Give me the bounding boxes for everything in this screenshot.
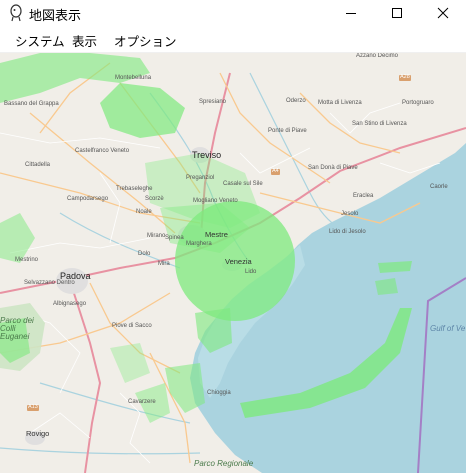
label-montebelluna: Montebelluna xyxy=(115,75,152,81)
window-title: 地図表示 xyxy=(29,9,82,24)
coverage-west xyxy=(0,213,35,263)
label-parco-regionale: Parco Regionale xyxy=(194,459,254,468)
label-cavarzere: Cavarzere xyxy=(128,399,156,405)
label-mestre: Mestre xyxy=(205,230,228,239)
coverage-chioggia xyxy=(165,363,205,413)
label-portogruaro: Portogruaro xyxy=(402,100,434,106)
map-view[interactable]: Bassano del Grappa Montebelluna Spresian… xyxy=(0,53,466,473)
label-caorle: Caorle xyxy=(430,184,448,190)
close-icon xyxy=(437,7,449,19)
label-piove: Piove di Sacco xyxy=(112,323,152,329)
label-lido: Lido xyxy=(245,269,257,275)
label-casale: Casale sul Sile xyxy=(223,181,263,187)
label-noale: Noale xyxy=(136,209,152,215)
label-a13: A13 xyxy=(27,404,39,411)
label-scorze: Scorzè xyxy=(145,196,164,202)
menu-view[interactable]: 表示 xyxy=(70,31,99,50)
label-motta: Motta di Livenza xyxy=(318,100,362,106)
label-castelfranco: Castelfranco Veneto xyxy=(75,148,130,154)
minimize-button[interactable] xyxy=(328,0,374,26)
label-selvazzano: Selvazzano Dentro xyxy=(24,280,75,286)
close-button[interactable] xyxy=(420,0,466,26)
label-azzano: Azzano Decimo xyxy=(356,53,399,59)
menu-bar: システム 表示 オプション xyxy=(0,26,466,53)
label-campodarsego: Campodarsego xyxy=(67,196,109,202)
label-sanstino: San Stino di Livenza xyxy=(352,121,407,127)
label-a28: A28 xyxy=(399,74,411,81)
label-mogliano: Mogliano Veneto xyxy=(193,198,238,204)
label-spresiano: Spresiano xyxy=(199,99,227,105)
minimize-icon xyxy=(346,13,356,14)
maximize-button[interactable] xyxy=(374,0,420,26)
label-spinea: Spinea xyxy=(165,235,184,241)
label-treviso: Treviso xyxy=(192,150,222,160)
label-dolo: Dolo xyxy=(138,251,151,257)
label-mirano: Mirano xyxy=(147,233,166,239)
label-jesolo: Jesolo xyxy=(341,211,359,217)
label-oderzo: Oderzo xyxy=(286,98,306,104)
label-lido-jesolo: Lido di Jesolo xyxy=(329,229,366,235)
label-albignasego: Albignasego xyxy=(53,301,87,307)
coverage-east xyxy=(378,261,412,273)
coverage-southmid xyxy=(110,343,150,383)
label-a4: A4 xyxy=(271,168,280,175)
app-logo-icon xyxy=(8,4,24,22)
menu-options[interactable]: オプション xyxy=(112,31,179,50)
label-mestrino: Mestrino xyxy=(15,257,39,263)
title-bar: 地図表示 xyxy=(0,0,466,26)
label-gulf: Gulf of Ve xyxy=(430,324,466,333)
coverage-east2 xyxy=(375,278,398,295)
label-eraclea: Eraclea xyxy=(353,193,374,199)
label-mira: Mira xyxy=(158,261,170,267)
label-chioggia: Chioggia xyxy=(207,390,231,396)
label-euganei: Parco dei Colli Euganei xyxy=(0,316,34,341)
maximize-icon xyxy=(392,8,402,18)
label-marghera: Marghera xyxy=(186,241,212,247)
label-cittadella: Cittadella xyxy=(25,162,51,168)
menu-system[interactable]: システム xyxy=(13,31,67,50)
label-rovigo: Rovigo xyxy=(26,429,50,438)
label-trebaseleghe: Trebaseleghe xyxy=(116,186,153,192)
coverage-montebelluna xyxy=(100,83,185,138)
label-ponte-piave: Ponte di Piave xyxy=(268,128,307,134)
label-bassano: Bassano del Grappa xyxy=(4,101,59,107)
label-sandona: San Donà di Piave xyxy=(308,165,358,171)
label-preganziol: Preganziol xyxy=(186,175,215,181)
label-venezia: Venezia xyxy=(225,257,252,266)
